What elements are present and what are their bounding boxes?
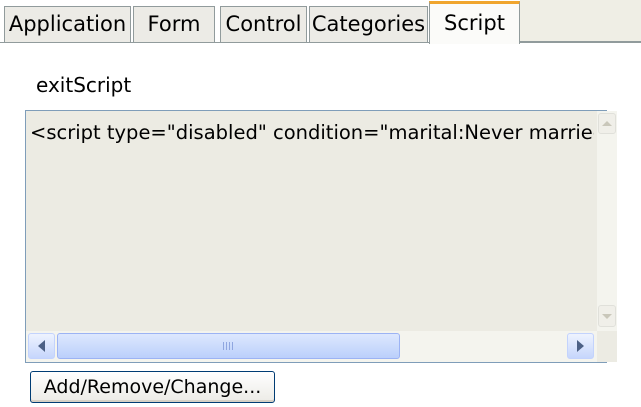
chevron-right-icon — [577, 340, 584, 352]
scroll-right-button[interactable] — [567, 333, 594, 359]
script-textbox[interactable]: <script type="disabled" condition="marit… — [25, 110, 617, 363]
exit-script-label: exitScript — [36, 73, 132, 97]
tab-application[interactable]: Application — [4, 6, 131, 42]
tab-script[interactable]: Script — [429, 1, 520, 44]
tab-control[interactable]: Control — [220, 6, 307, 42]
chevron-down-icon — [602, 313, 612, 319]
chevron-up-icon — [602, 121, 612, 126]
chevron-left-icon — [38, 340, 45, 352]
scrollbar-thumb[interactable] — [57, 333, 400, 359]
scroll-left-button[interactable] — [28, 333, 55, 359]
horizontal-scrollbar[interactable] — [26, 331, 597, 362]
tab-strip-background — [520, 0, 641, 42]
tab-categories[interactable]: Categories — [309, 6, 428, 42]
tab-form[interactable]: Form — [133, 6, 215, 42]
scroll-down-button[interactable] — [598, 305, 616, 327]
vertical-scrollbar[interactable] — [597, 111, 617, 331]
tab-strip: Application Form Control Categories Scri… — [0, 0, 641, 44]
scroll-up-button[interactable] — [598, 113, 616, 134]
script-text[interactable]: <script type="disabled" condition="marit… — [30, 119, 594, 149]
scrollbar-corner — [597, 331, 617, 362]
grip-icon — [222, 342, 235, 350]
add-remove-change-button[interactable]: Add/Remove/Change... — [30, 371, 275, 403]
